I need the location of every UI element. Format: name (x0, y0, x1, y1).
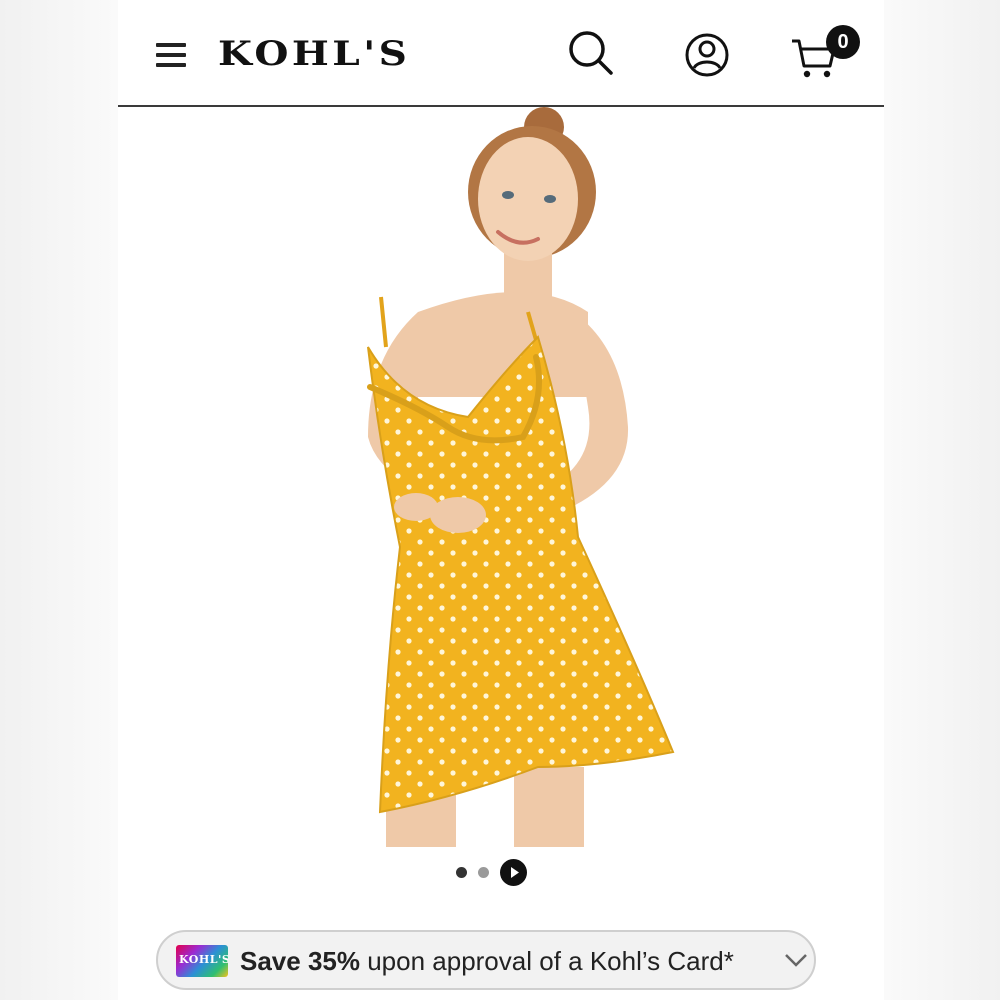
search-icon[interactable] (566, 28, 616, 78)
slide-dot-2[interactable] (478, 867, 489, 878)
product-photo (367, 107, 675, 847)
cart-count-badge[interactable]: 0 (826, 25, 860, 59)
kohls-card-promo[interactable]: KOHL'S Save 35% upon approval of a Kohl’… (156, 930, 816, 990)
chevron-down-icon[interactable] (784, 952, 808, 968)
menu-icon[interactable] (156, 43, 186, 71)
slide-dot-1[interactable] (456, 867, 467, 878)
promo-rest-text: upon approval of a Kohl’s Card* (359, 946, 734, 976)
left-background (0, 0, 118, 1000)
play-icon (511, 867, 519, 878)
kohls-logo[interactable]: KOHL'S (218, 34, 410, 74)
video-play-button[interactable] (500, 859, 527, 886)
mobile-page: KOHL'S 0 KOHL'S Save 35% upon approval o… (118, 0, 884, 1000)
gallery-pagination (456, 858, 556, 888)
account-icon[interactable] (684, 32, 730, 78)
site-header: KOHL'S 0 (118, 0, 884, 107)
promo-text: Save 35% upon approval of a Kohl’s Card* (240, 946, 734, 977)
kohls-card-image: KOHL'S (176, 945, 228, 977)
right-background (884, 0, 1000, 1000)
promo-bold-text: Save 35% (240, 946, 360, 976)
product-image[interactable] (118, 107, 884, 847)
